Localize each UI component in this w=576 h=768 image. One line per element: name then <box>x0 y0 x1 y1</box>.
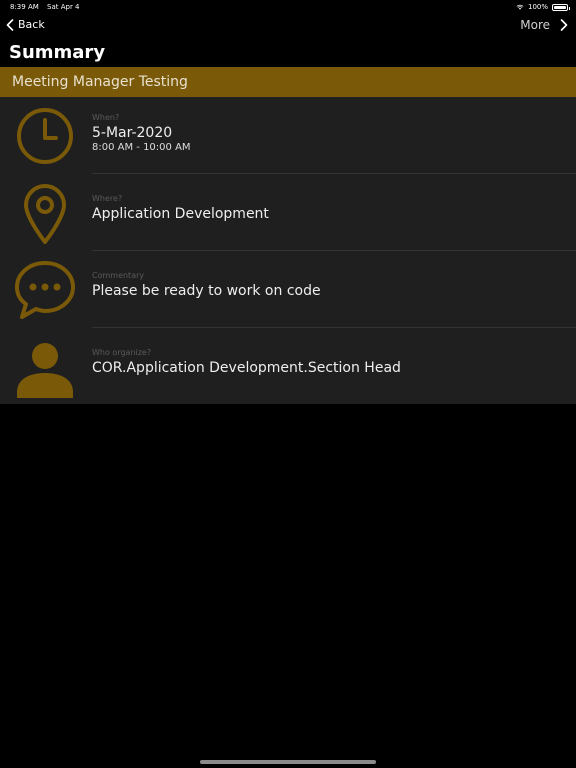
status-date: Sat Apr 4 <box>47 3 80 11</box>
when-date: 5-Mar-2020 <box>92 125 173 141</box>
navigation-bar: Back More <box>0 14 576 38</box>
commentary-row: Commentary Please be ready to work on co… <box>0 251 576 328</box>
more-button[interactable]: More <box>520 18 568 32</box>
status-bar: 8:39 AM Sat Apr 4 100% <box>0 0 576 14</box>
page-title: Summary <box>9 42 106 63</box>
when-row: When? 5-Mar-2020 8:00 AM - 10:00 AM <box>0 97 576 174</box>
back-label: Back <box>18 18 45 31</box>
status-time: 8:39 AM <box>10 3 39 11</box>
where-value: Application Development <box>92 206 269 222</box>
commentary-label: Commentary <box>92 271 145 280</box>
when-time: 8:00 AM - 10:00 AM <box>92 142 191 153</box>
battery-icon <box>552 3 570 11</box>
status-left: 8:39 AM Sat Apr 4 <box>10 3 86 11</box>
when-label: When? <box>92 113 120 122</box>
location-pin-icon <box>14 182 76 244</box>
chevron-left-icon <box>6 18 14 31</box>
back-button[interactable]: Back <box>6 18 45 31</box>
organizer-value: COR.Application Development.Section Head <box>92 360 401 376</box>
chat-bubble-icon <box>14 259 76 321</box>
organizer-label: Who organize? <box>92 348 152 357</box>
clock-icon <box>14 105 76 167</box>
person-icon <box>14 336 76 398</box>
commentary-value: Please be ready to work on code <box>92 283 321 299</box>
where-label: Where? <box>92 194 123 203</box>
wifi-icon <box>516 4 524 10</box>
where-row: Where? Application Development <box>0 174 576 251</box>
chevron-right-icon <box>560 19 568 31</box>
status-right: 100% <box>516 3 570 11</box>
organizer-row: Who organize? COR.Application Developmen… <box>0 328 576 405</box>
meeting-details-list: When? 5-Mar-2020 8:00 AM - 10:00 AM Wher… <box>0 97 576 404</box>
more-label: More <box>520 18 550 32</box>
meeting-title-bar: Meeting Manager Testing <box>0 67 576 97</box>
battery-percent: 100% <box>527 3 548 11</box>
home-indicator[interactable] <box>200 760 376 764</box>
